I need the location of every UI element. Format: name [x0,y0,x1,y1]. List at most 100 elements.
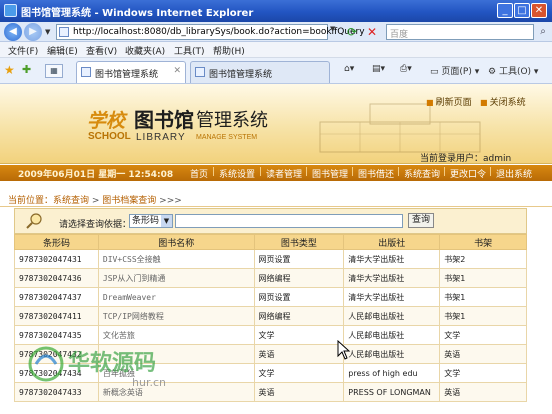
cell-shelf: 文学 [439,363,527,383]
cell-book-name[interactable]: TCP/IP网络教程 [97,306,255,326]
cell-barcode: 9787302047435 [14,325,99,345]
query-label: 请选择查询依据： [59,220,132,230]
nav-divider: | [397,167,401,177]
cell-publisher: 人民邮电出版社 [343,325,441,345]
bullet-icon: ■ [426,98,434,107]
add-favorite-icon[interactable]: ✚ [22,64,31,76]
breadcrumb-prefix: 当前位置： [8,196,54,206]
cell-book-type: 文学 [253,363,345,383]
menu-tools[interactable]: 工具(T) [174,44,205,57]
cell-barcode: 9787302047433 [14,382,99,402]
cell-barcode: 9787302047431 [14,249,99,269]
chevron-down-icon: ▼ [161,215,172,227]
cell-book-type: 英语 [253,382,345,402]
page-icon [59,27,69,37]
query-button[interactable]: 查询 [408,213,434,228]
cell-shelf: 文学 [439,325,527,345]
close-window-button[interactable]: ✕ [531,3,547,18]
col-book-name: 图书名称 [97,234,255,250]
url-field[interactable]: http://localhost:8080/db_librarySys/book… [56,24,365,40]
ie-app-icon [4,4,17,17]
refresh-icon[interactable]: ⟳ [345,25,359,39]
nav-borrow-return[interactable]: 图书借还 [358,167,394,180]
close-icon[interactable]: ✕ [173,66,181,76]
window-title-bar: 图书馆管理系统 - Windows Internet Explorer _ □ … [0,0,552,22]
tab-library-2[interactable]: 图书馆管理系统 [190,61,330,83]
cell-barcode: 9787302047436 [14,268,99,288]
refresh-page-label: 刷新页面 [435,98,472,108]
menu-view[interactable]: 查看(V) [86,44,117,57]
nav-home[interactable]: 首页 [190,167,208,180]
url-dropdown-icon[interactable]: ▼ [330,25,335,33]
nav-divider: | [212,167,216,177]
history-dropdown-icon[interactable]: ▼ [45,28,50,36]
cell-publisher: 清华大学出版社 [343,249,441,269]
cell-book-name[interactable]: 新概念英语 [97,382,255,402]
cell-publisher: 清华大学出版社 [343,268,441,288]
nav-divider: | [305,167,309,177]
nav-logout[interactable]: 退出系统 [496,167,532,180]
cell-book-type: 英语 [253,344,345,364]
col-barcode: 条形码 [14,234,99,250]
logo-system-cn: 管理系统 [196,110,268,131]
cell-shelf: 书架2 [439,249,527,269]
tab-library-1[interactable]: 图书馆管理系统 ✕ [76,61,186,83]
nav-system-settings[interactable]: 系统设置 [219,167,255,180]
cell-barcode: 9787302047411 [14,306,99,326]
breadcrumb-divider [0,206,552,207]
table-row: 9787302047431 DIV+CSS全接触 网页设置 清华大学出版社 书架… [14,249,527,269]
breadcrumb-section[interactable]: 系统查询 [53,196,89,206]
cell-book-name[interactable] [97,344,255,364]
query-keyword-input[interactable] [175,214,403,228]
search-icon[interactable]: ⌕ [536,24,550,40]
nav-reader-management[interactable]: 读者管理 [266,167,302,180]
star-icon[interactable]: ★ [4,64,15,76]
menu-help[interactable]: 帮助(H) [213,44,245,57]
feeds-icon[interactable]: ▤▾ [372,64,385,74]
forward-arrow-icon[interactable]: ▶ [24,23,42,41]
menu-favorites[interactable]: 收藏夹(A) [125,44,165,57]
minimize-button[interactable]: _ [497,3,513,18]
cell-shelf: 书架1 [439,268,527,288]
url-text: http://localhost:8080/db_librarySys/book… [73,27,365,37]
close-system-link[interactable]: ■ 关闭系统 [480,95,526,108]
logo-library-cn: 图书馆 [134,108,194,132]
stop-icon[interactable]: ✕ [365,25,379,39]
nav-divider: | [489,167,493,177]
tab-bar: ★ ✚ ▦ 图书馆管理系统 ✕ 图书馆管理系统 ⌂▾ ▤▾ ⎙▾ ▭ 页面(P)… [0,58,552,84]
cell-book-name[interactable]: DIV+CSS全接触 [97,249,255,269]
logo-library-en: LIBRARY [136,132,186,143]
page-content: 学校 SCHOOL 图书馆 管理系统 LIBRARY MANAGE SYSTEM… [0,84,552,414]
maximize-button[interactable]: □ [514,3,530,18]
cell-barcode: 9787302047437 [14,287,99,307]
current-datetime: 2009年06月01日 星期一 12:54:08 [18,170,174,180]
table-row: 9787302047437 DreamWeaver 网页设置 清华大学出版社 书… [14,287,527,307]
search-input[interactable]: 百度 [386,24,534,40]
col-publisher: 出版社 [343,234,441,250]
menu-edit[interactable]: 编辑(E) [47,44,78,57]
menu-file[interactable]: 文件(F) [8,44,38,57]
cell-barcode: 9787302047432 [14,344,99,364]
tools-menu-label: 工具(O) [498,67,532,77]
back-arrow-icon[interactable]: ◀ [4,23,22,41]
tab-list-icon[interactable]: ▦ [45,64,63,78]
cell-book-name[interactable]: DreamWeaver [97,287,255,307]
cell-book-type: 文学 [253,325,345,345]
bullet-icon: ■ [480,98,488,107]
nav-system-query[interactable]: 系统查询 [404,167,440,180]
breadcrumb-separator: > [89,196,103,206]
refresh-page-link[interactable]: ■ 刷新页面 [426,95,472,108]
nav-change-password[interactable]: 更改口令 [450,167,486,180]
nav-book-management[interactable]: 图书管理 [312,167,348,180]
tools-menu-button[interactable]: ⚙ 工具(O) ▾ [488,64,538,77]
print-icon[interactable]: ⎙▾ [400,64,412,74]
cell-book-name[interactable]: 百年孤独 [97,363,255,383]
cell-book-name[interactable]: JSP从入门到精通 [97,268,255,288]
page-menu-button[interactable]: ▭ 页面(P) ▾ [430,64,479,77]
query-field-select[interactable]: 条形码 ▼ [129,214,173,228]
cell-book-type: 网络编程 [253,268,345,288]
home-icon[interactable]: ⌂▾ [344,64,354,74]
cell-book-name[interactable]: 文化苦旅 [97,325,255,345]
cell-shelf: 英语 [439,344,527,364]
nav-divider: | [259,167,263,177]
